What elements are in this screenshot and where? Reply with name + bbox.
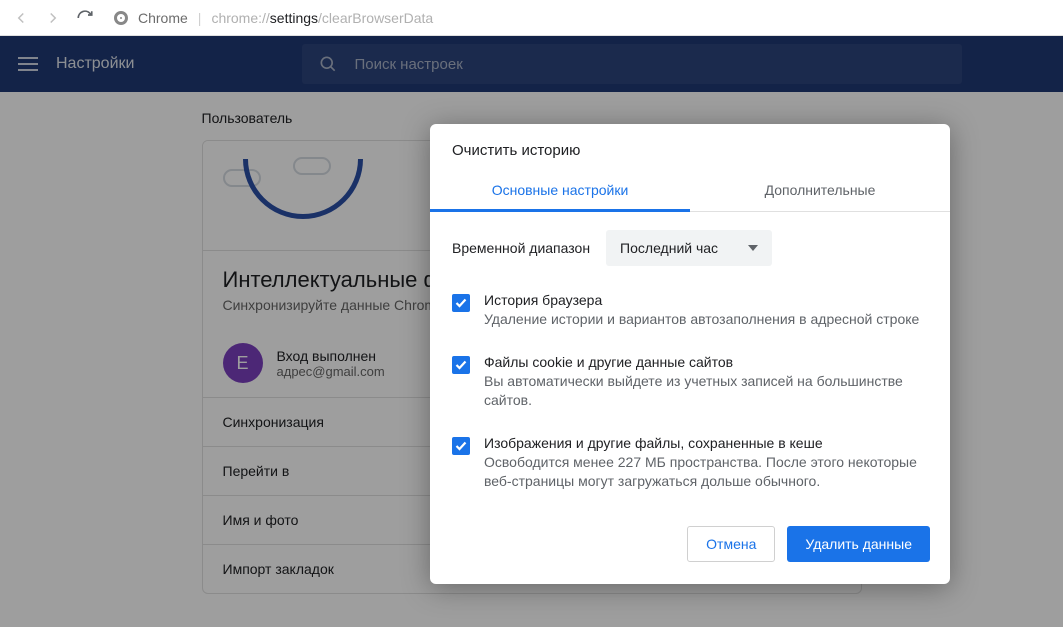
cancel-button[interactable]: Отмена xyxy=(687,526,775,562)
option-cookies[interactable]: Файлы cookie и другие данные сайтов Вы а… xyxy=(452,344,928,425)
option-browsing-history[interactable]: История браузера Удаление истории и вари… xyxy=(452,282,928,344)
address-bar[interactable]: Chrome | chrome://settings/clearBrowserD… xyxy=(108,10,1051,26)
checkbox-checked[interactable] xyxy=(452,437,470,455)
time-range-label: Временной диапазон xyxy=(452,240,590,256)
time-range-select[interactable]: Последний час xyxy=(606,230,772,266)
dialog-tabs: Основные настройки Дополнительные xyxy=(430,169,950,212)
checkbox-checked[interactable] xyxy=(452,294,470,312)
dialog-title: Очистить историю xyxy=(430,124,950,169)
browser-toolbar: Chrome | chrome://settings/clearBrowserD… xyxy=(0,0,1063,36)
checkbox-checked[interactable] xyxy=(452,356,470,374)
clear-data-button[interactable]: Удалить данные xyxy=(787,526,930,562)
chrome-icon xyxy=(114,11,128,25)
forward-button[interactable] xyxy=(44,9,62,27)
clear-data-dialog: Очистить историю Основные настройки Допо… xyxy=(430,124,950,584)
tab-advanced[interactable]: Дополнительные xyxy=(690,169,950,211)
back-button[interactable] xyxy=(12,9,30,27)
reload-button[interactable] xyxy=(76,9,94,27)
tab-basic[interactable]: Основные настройки xyxy=(430,169,690,211)
chevron-down-icon xyxy=(748,245,758,251)
option-cache[interactable]: Изображения и другие файлы, сохраненные … xyxy=(452,425,928,506)
url-origin: Chrome xyxy=(138,10,188,26)
